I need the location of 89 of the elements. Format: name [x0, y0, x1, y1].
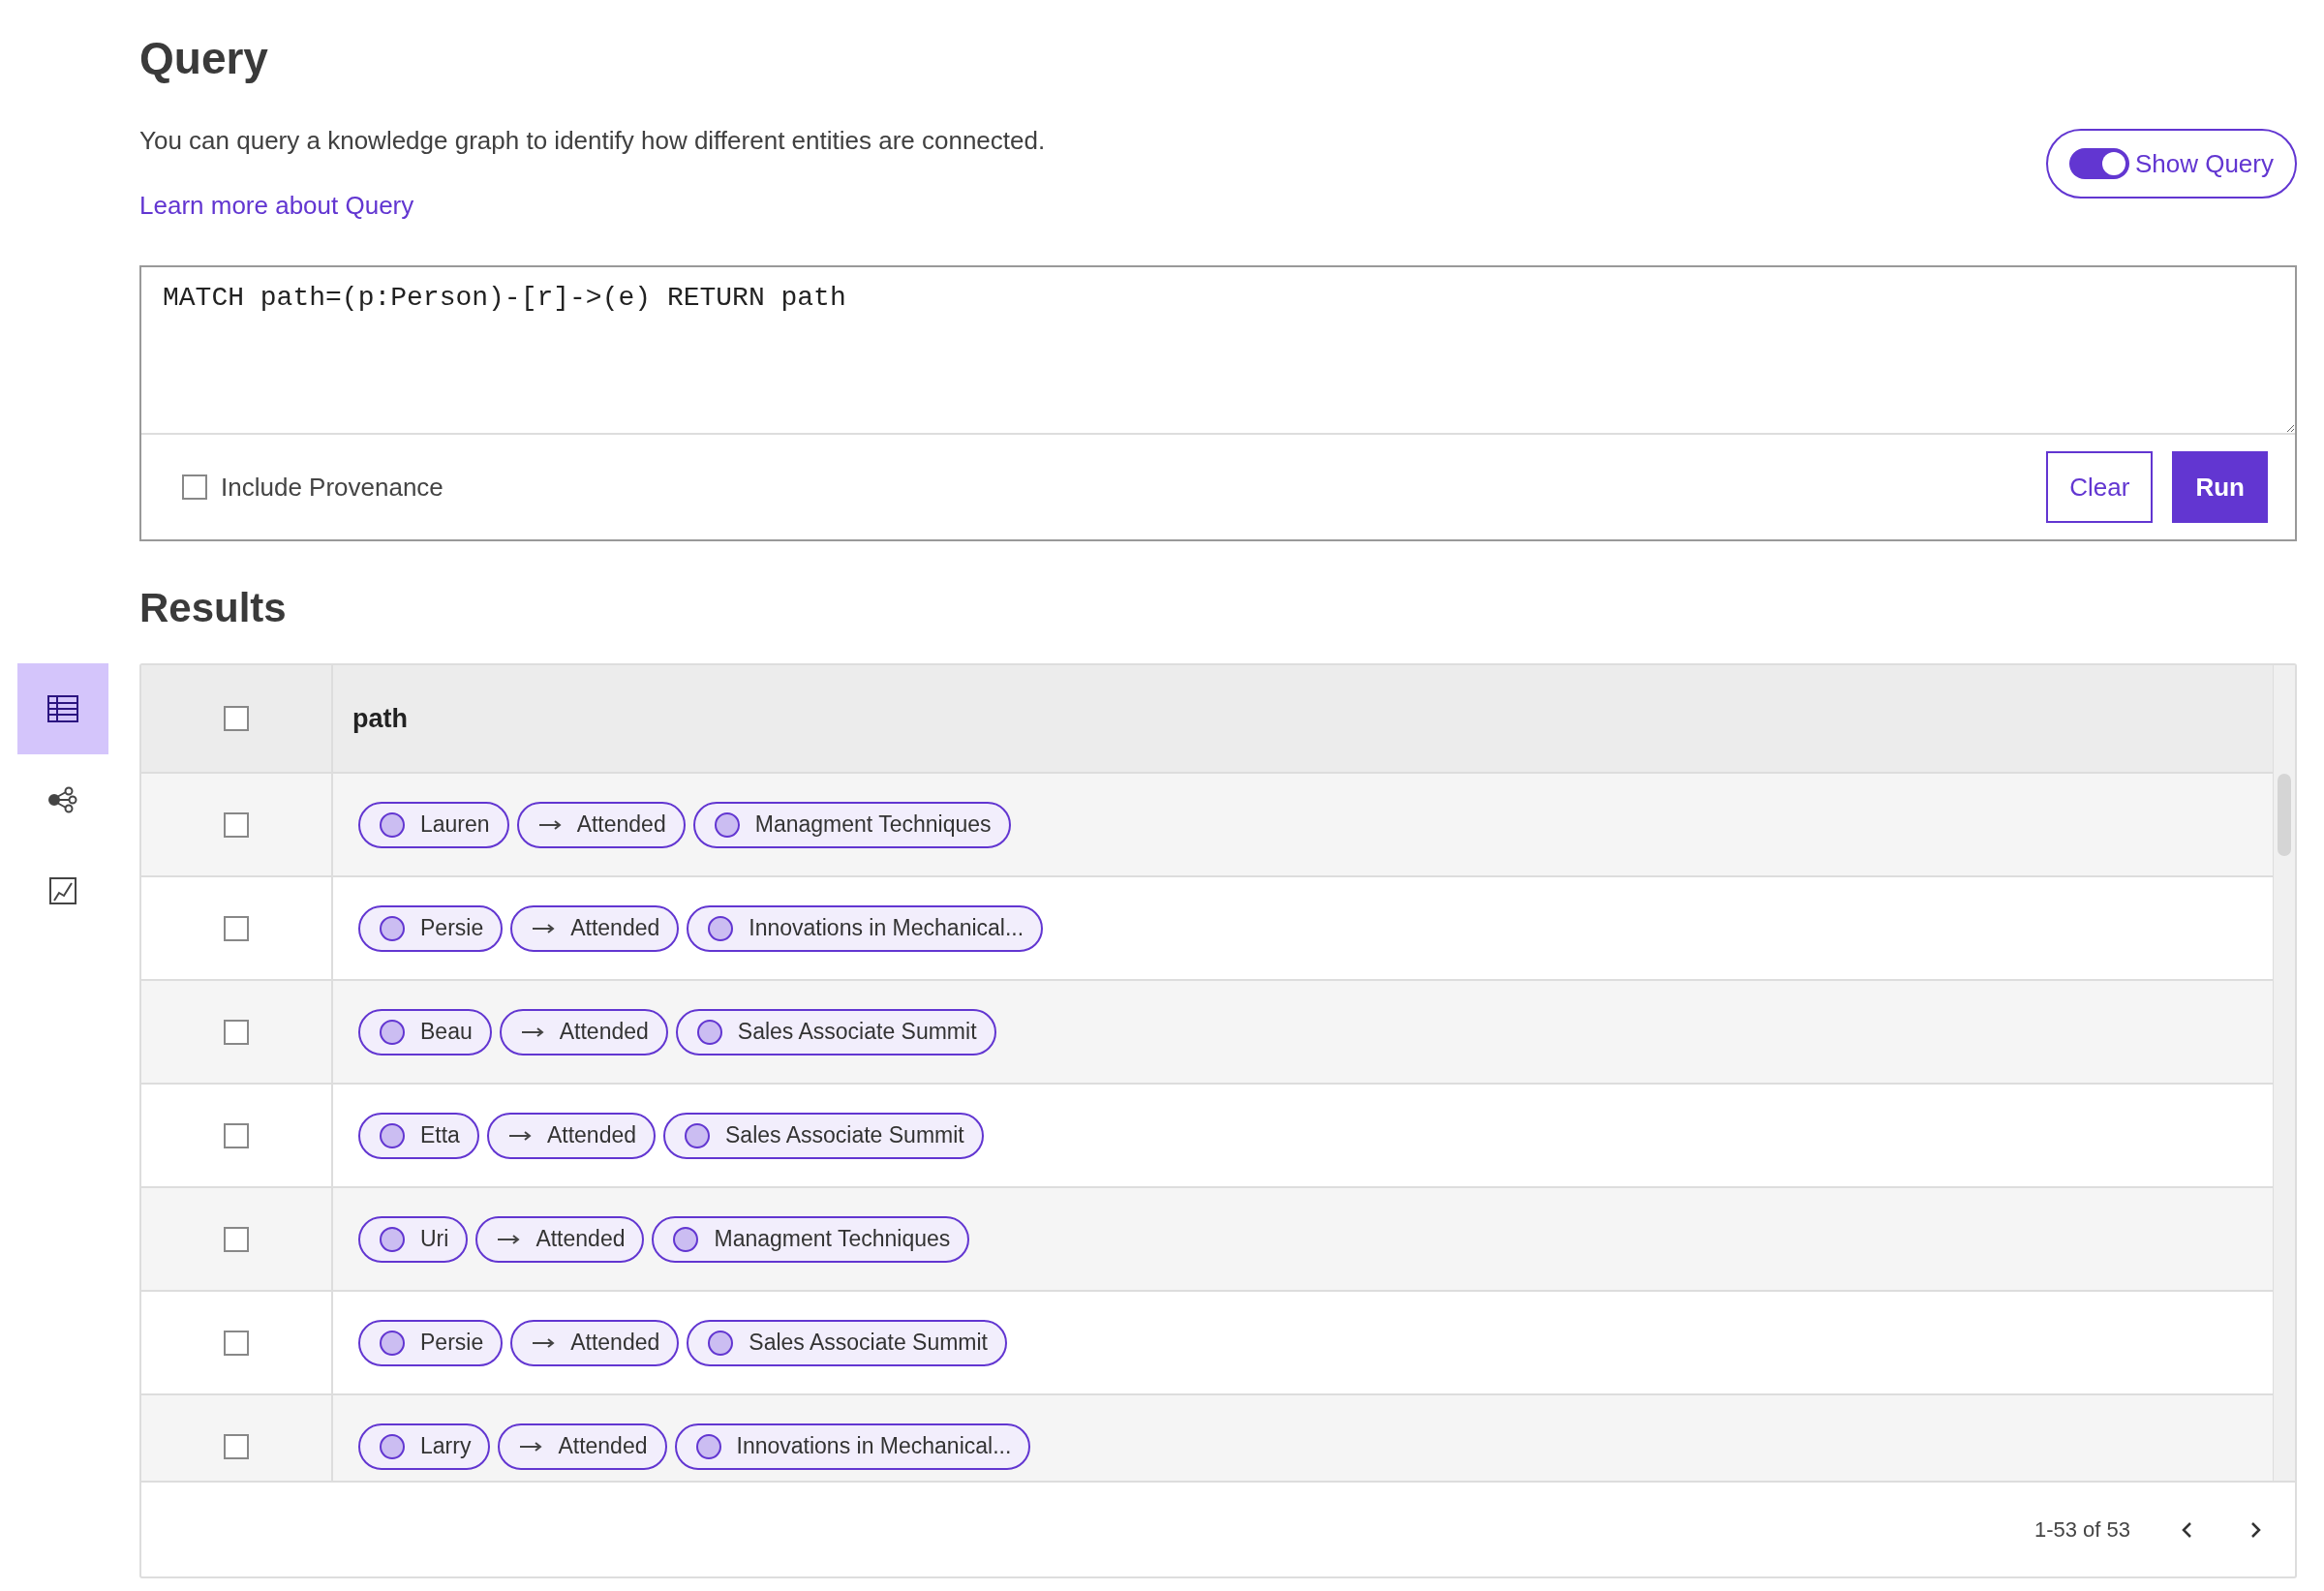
- chip-label: Beau: [420, 1019, 473, 1045]
- node-chip[interactable]: Sales Associate Summit: [687, 1319, 1007, 1366]
- arrow-icon: [520, 1025, 544, 1038]
- chip-label: Uri: [420, 1226, 449, 1252]
- node-dot-icon: [380, 1330, 405, 1356]
- checkbox[interactable]: [224, 706, 249, 731]
- node-chip[interactable]: Persie: [358, 904, 504, 952]
- chip-label: Innovations in Mechanical...: [749, 915, 1024, 941]
- chip-label: Managment Techniques: [754, 811, 992, 838]
- relationship-chip[interactable]: Attended: [516, 801, 686, 848]
- chip-label: Etta: [420, 1122, 460, 1148]
- chip-label: Attended: [559, 1019, 649, 1045]
- sidebar-item[interactable]: [17, 663, 108, 754]
- chart-icon: [49, 877, 76, 904]
- checkbox[interactable]: [224, 811, 249, 838]
- node-chip[interactable]: Etta: [358, 1112, 479, 1159]
- checkbox[interactable]: [182, 474, 207, 500]
- node-chip[interactable]: Managment Techniques: [652, 1215, 970, 1263]
- node-chip[interactable]: Persie: [358, 1319, 504, 1366]
- pagination-range: 1-53 of 53: [2034, 1516, 2130, 1543]
- checkbox[interactable]: [224, 1122, 249, 1148]
- relationship-chip[interactable]: Attended: [510, 904, 680, 952]
- node-dot-icon: [380, 1122, 405, 1148]
- checkbox-label: Include Provenance: [221, 472, 443, 503]
- learn-more-link[interactable]: Learn more about Query: [139, 191, 414, 221]
- arrow-icon: [507, 1129, 532, 1142]
- relationship-chip[interactable]: Attended: [486, 1112, 656, 1159]
- chip-label: Persie: [420, 1330, 484, 1356]
- checkbox[interactable]: [224, 1226, 249, 1252]
- node-chip[interactable]: Managment Techniques: [692, 801, 1011, 848]
- chip-label: Managment Techniques: [714, 1226, 951, 1252]
- chevron-right-icon: [2248, 1519, 2262, 1540]
- arrow-icon: [532, 922, 556, 934]
- node-chip[interactable]: Uri: [358, 1215, 469, 1263]
- arrow-icon: [519, 1440, 543, 1453]
- chip-label: Sales Associate Summit: [737, 1019, 977, 1045]
- show-query-toggle[interactable]: Show Query: [2045, 129, 2297, 199]
- node-chip[interactable]: Sales Associate Summit: [663, 1112, 984, 1159]
- chip-label: Lauren: [420, 811, 490, 838]
- node-chip[interactable]: Larry: [358, 1423, 491, 1470]
- chip-label: Attended: [570, 1330, 660, 1356]
- node-dot-icon: [380, 1226, 405, 1252]
- scrollbar[interactable]: [2273, 665, 2295, 1481]
- checkbox[interactable]: [224, 1330, 249, 1356]
- node-chip[interactable]: Beau: [358, 1008, 492, 1056]
- run-button[interactable]: Run: [2172, 451, 2268, 523]
- node-dot-icon: [380, 1019, 405, 1045]
- node-chip[interactable]: Sales Associate Summit: [675, 1008, 996, 1056]
- node-dot-icon: [380, 1433, 405, 1459]
- node-chip[interactable]: Innovations in Mechanical...: [687, 904, 1044, 952]
- chip-label: Innovations in Mechanical...: [736, 1433, 1012, 1459]
- checkbox[interactable]: [224, 1433, 249, 1459]
- node-dot-icon: [380, 811, 405, 838]
- chip-label: Sales Associate Summit: [725, 1122, 964, 1148]
- chip-label: Attended: [535, 1226, 626, 1252]
- node-chip[interactable]: Lauren: [358, 801, 509, 848]
- network-icon: [47, 786, 78, 813]
- node-dot-icon: [696, 1019, 722, 1045]
- relationship-chip[interactable]: Attended: [499, 1008, 668, 1056]
- chip-label: Attended: [570, 915, 660, 941]
- chip-label: Persie: [420, 915, 484, 941]
- node-dot-icon: [714, 811, 740, 838]
- chip-label: Larry: [420, 1433, 472, 1459]
- arrow-icon: [537, 818, 562, 831]
- chip-label: Attended: [546, 1122, 636, 1148]
- node-dot-icon: [708, 915, 734, 941]
- clear-button[interactable]: Clear: [2046, 451, 2154, 523]
- checkbox[interactable]: [224, 915, 249, 941]
- description: You can query a knowledge graph to identify how different entities are connected.: [139, 126, 1046, 156]
- chip-label: Sales Associate Summit: [749, 1330, 988, 1356]
- node-dot-icon: [708, 1330, 734, 1356]
- arrow-icon: [532, 1336, 556, 1349]
- query-box[interactable]: MATCH path=(p:Person)-[r]->(e) RETURN path Include Provenance Clear Run: [139, 265, 2297, 541]
- arrow-icon: [497, 1233, 521, 1245]
- node-dot-icon: [380, 915, 405, 941]
- chip-label: Attended: [558, 1433, 648, 1459]
- node-dot-icon: [695, 1433, 721, 1459]
- relationship-chip[interactable]: Attended: [498, 1423, 667, 1470]
- node-dot-icon: [673, 1226, 699, 1252]
- relationship-chip[interactable]: Attended: [475, 1215, 645, 1263]
- section-title: Results: [139, 584, 288, 632]
- node-chip[interactable]: Innovations in Mechanical...: [674, 1423, 1031, 1470]
- checkbox[interactable]: [224, 1019, 249, 1045]
- chevron-left-icon: [2181, 1519, 2194, 1540]
- node-dot-icon: [685, 1122, 710, 1148]
- table-icon: [47, 695, 78, 722]
- page-title: Query: [139, 32, 269, 85]
- relationship-chip[interactable]: Attended: [510, 1319, 680, 1366]
- chip-label: Attended: [576, 811, 666, 838]
